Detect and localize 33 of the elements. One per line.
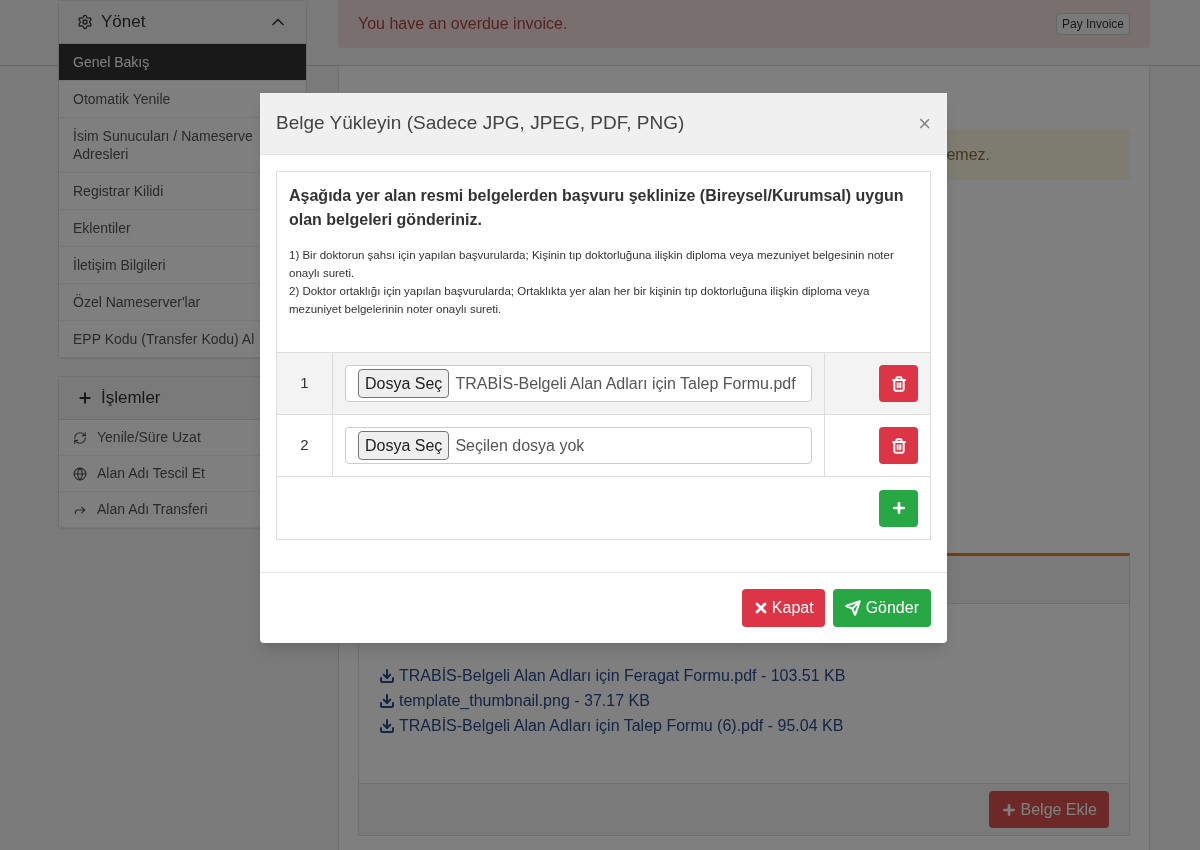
submit-button[interactable]: Gönder (832, 589, 931, 627)
delete-button[interactable] (879, 427, 918, 464)
add-document-button[interactable]: Belge Ekle (988, 791, 1109, 828)
document-link[interactable]: TRABİS-Belgeli Alan Adları için Talep Formu (6).pdf - 95.04 KB (379, 714, 1109, 738)
delete-button[interactable] (879, 365, 918, 402)
download-icon (379, 718, 395, 734)
row-number: 2 (277, 415, 333, 476)
choose-file-button[interactable]: Dosya Seç (358, 431, 450, 460)
plus-icon (1000, 801, 1017, 818)
trash-icon (890, 375, 907, 392)
send-icon (844, 600, 861, 616)
download-icon (379, 668, 395, 684)
file-input[interactable]: Dosya Seç Seçilen dosya yok (345, 427, 812, 464)
sidebar-item[interactable]: Genel Bakış (59, 44, 306, 81)
plus-icon (890, 500, 907, 516)
add-row-button[interactable] (879, 489, 918, 527)
download-icon (379, 693, 395, 709)
file-input[interactable]: Dosya Seç TRABİS-Belgeli Alan Adları için Talep Formu.pdf (345, 365, 812, 402)
globe-icon (73, 466, 87, 481)
close-modal-button[interactable]: Kapat (741, 589, 825, 627)
document-link[interactable]: template_thumbnail.png - 37.17 KB (379, 689, 1109, 713)
document-link[interactable]: TRABİS-Belgeli Alan Adları için Feragat Formu.pdf - 103.51 KB (379, 664, 1109, 688)
panel-title: İşlemler (101, 387, 161, 410)
choose-file-button[interactable]: Dosya Seç (358, 369, 450, 398)
plus-icon (77, 390, 93, 406)
settings-icon (77, 14, 93, 30)
panel-title: Yönet (101, 11, 147, 34)
danger-alert: You have an overdue invoice. Pay Invoice (338, 0, 1150, 48)
refresh-icon (73, 430, 87, 445)
row-number: 1 (277, 353, 333, 414)
trash-icon (890, 437, 907, 454)
pay-invoice-button[interactable]: Pay Invoice (1055, 13, 1130, 35)
panel-header[interactable]: Yönet (59, 1, 306, 44)
